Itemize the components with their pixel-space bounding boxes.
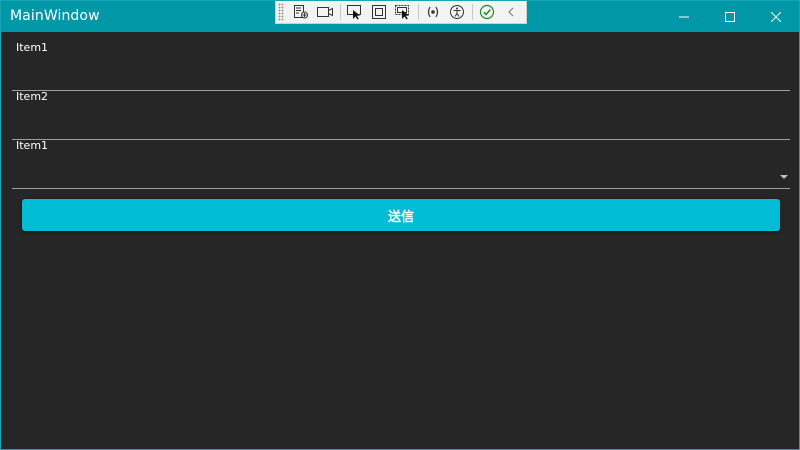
close-icon [771,11,781,22]
minimize-icon [679,16,689,17]
item1-field: Item1 [12,41,790,91]
binding-failures-icon [427,6,439,18]
toolbar-separator [418,4,419,20]
binding-failures-button[interactable] [422,2,444,22]
toolbar-grip[interactable] [278,3,284,21]
item2-label: Item2 [16,90,49,103]
dropdown-arrow-icon[interactable] [780,175,788,179]
collapse-toolbar-button[interactable] [500,2,522,22]
maximize-icon [725,11,735,22]
track-focus-icon [395,5,409,20]
item2-input[interactable] [16,119,770,137]
item1-input[interactable] [16,70,770,88]
toolbar-separator [340,4,341,20]
window-title: MainWindow [10,8,100,24]
live-visual-tree-icon [294,5,308,19]
live-visual-tree-button[interactable] [290,2,312,22]
minimize-button[interactable] [661,1,707,32]
track-focus-button[interactable] [392,2,414,22]
checkmark-button[interactable] [476,2,498,22]
checkmark-icon [479,4,495,20]
select-element-button[interactable] [344,2,366,22]
close-button[interactable] [753,1,799,32]
display-layout-adorners-icon [372,5,386,19]
combobox-value[interactable] [16,168,770,186]
layout-adorners-button[interactable] [368,2,390,22]
item-combobox[interactable]: Item1 [12,139,790,189]
item1-label: Item1 [16,41,49,54]
main-window: MainWindow Item1 Item2 Item1 送信 [0,0,800,450]
debug-toolbar [275,1,527,24]
maximize-button[interactable] [707,1,753,32]
item2-field: Item2 [12,90,790,140]
video-camera-icon [317,7,333,17]
accessibility-button[interactable] [446,2,468,22]
collapse-chevron-icon [508,7,514,17]
submit-button[interactable]: 送信 [22,199,780,231]
toolbar-separator [472,4,473,20]
record-button[interactable] [314,2,336,22]
select-element-icon [347,5,361,20]
combobox-label: Item1 [16,139,49,152]
accessibility-icon [450,5,464,19]
